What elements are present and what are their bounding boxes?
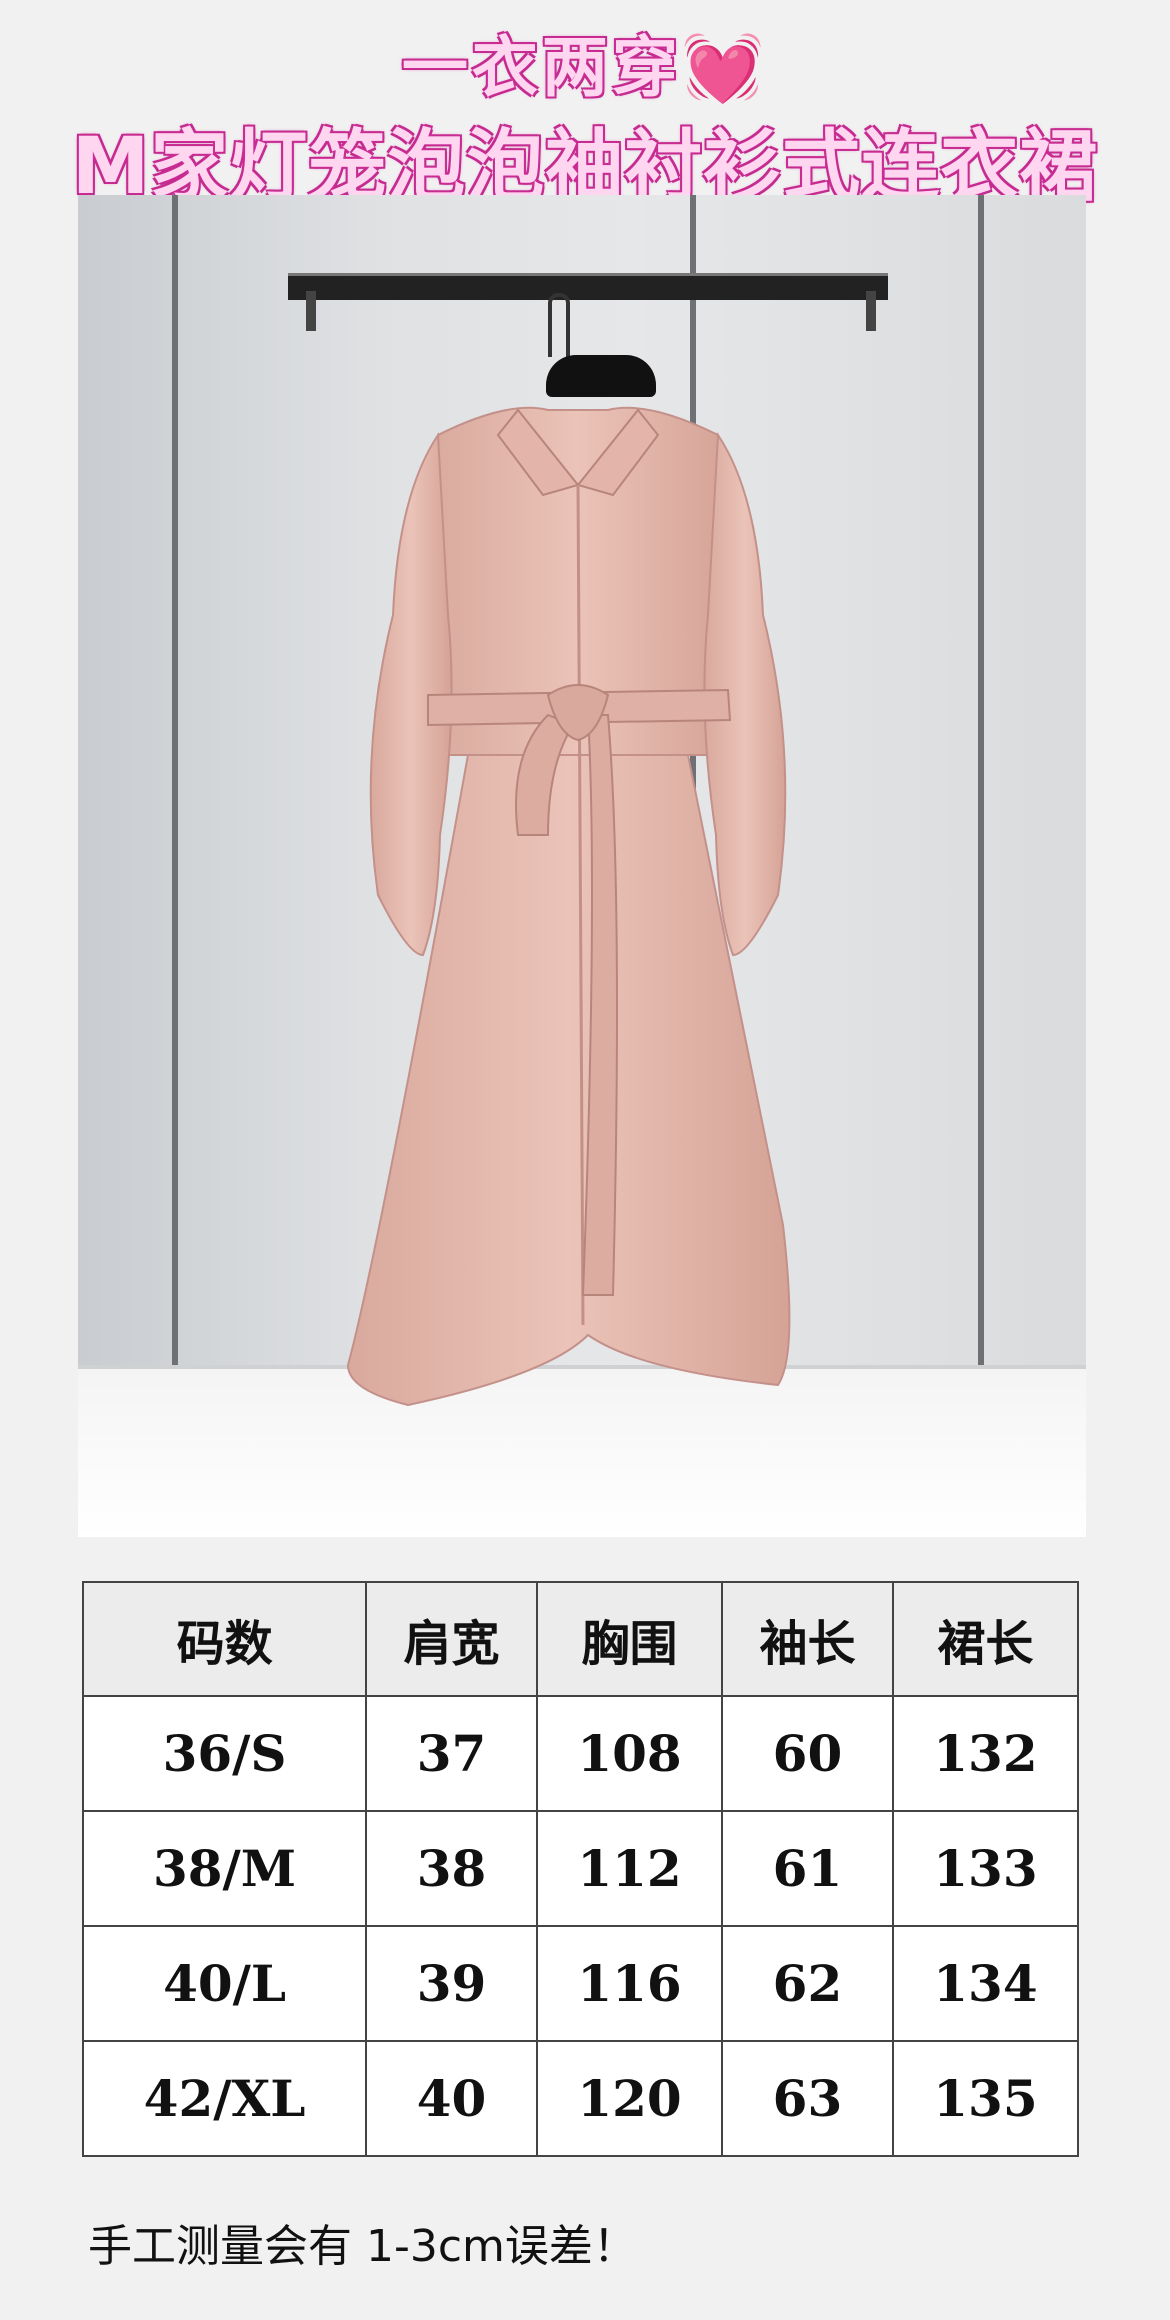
cell-length: 133 — [891, 1810, 1080, 1927]
size-table: 码数 肩宽 胸围 袖长 裙长 36/S 37 108 60 132 38/M 3… — [81, 1581, 1080, 2157]
cell-sleeve: 61 — [721, 1810, 894, 1927]
product-photo — [78, 195, 1086, 1537]
heart-icon: 💓 — [681, 29, 769, 106]
title-line-1: 一衣两穿💓 — [0, 14, 1170, 110]
table-header-row: 码数 肩宽 胸围 袖长 裙长 — [81, 1581, 1080, 1697]
header-sleeve: 袖长 — [721, 1581, 894, 1697]
cell-length: 135 — [891, 2040, 1080, 2157]
cell-sleeve: 60 — [721, 1695, 894, 1812]
cell-shoulder: 39 — [365, 1925, 538, 2042]
cell-size: 36/S — [81, 1695, 368, 1812]
header-length: 裙长 — [891, 1581, 1080, 1697]
table-row: 42/XL 40 120 63 135 — [81, 2040, 1080, 2157]
cell-length: 132 — [891, 1695, 1080, 1812]
title-text: 一衣两穿 — [401, 29, 682, 106]
cell-size: 42/XL — [81, 2040, 368, 2157]
cell-bust: 112 — [535, 1810, 724, 1927]
cell-length: 134 — [891, 1925, 1080, 2042]
cell-shoulder: 38 — [365, 1810, 538, 1927]
table-row: 38/M 38 112 61 133 — [81, 1810, 1080, 1927]
cell-shoulder: 40 — [365, 2040, 538, 2157]
header-size: 码数 — [81, 1581, 368, 1697]
cell-bust: 108 — [535, 1695, 724, 1812]
cell-bust: 120 — [535, 2040, 724, 2157]
header-bust: 胸围 — [535, 1581, 724, 1697]
table-row: 36/S 37 108 60 132 — [81, 1695, 1080, 1812]
cell-sleeve: 62 — [721, 1925, 894, 2042]
cell-shoulder: 37 — [365, 1695, 538, 1812]
header-shoulder: 肩宽 — [365, 1581, 538, 1697]
dress-illustration — [346, 406, 791, 1407]
measurement-note: 手工测量会有 1-3cm误差！ — [88, 2221, 637, 2272]
cell-sleeve: 63 — [721, 2040, 894, 2157]
cell-size: 38/M — [81, 1810, 368, 1927]
cell-size: 40/L — [81, 1925, 368, 2042]
table-row: 40/L 39 116 62 134 — [81, 1925, 1080, 2042]
cell-bust: 116 — [535, 1925, 724, 2042]
